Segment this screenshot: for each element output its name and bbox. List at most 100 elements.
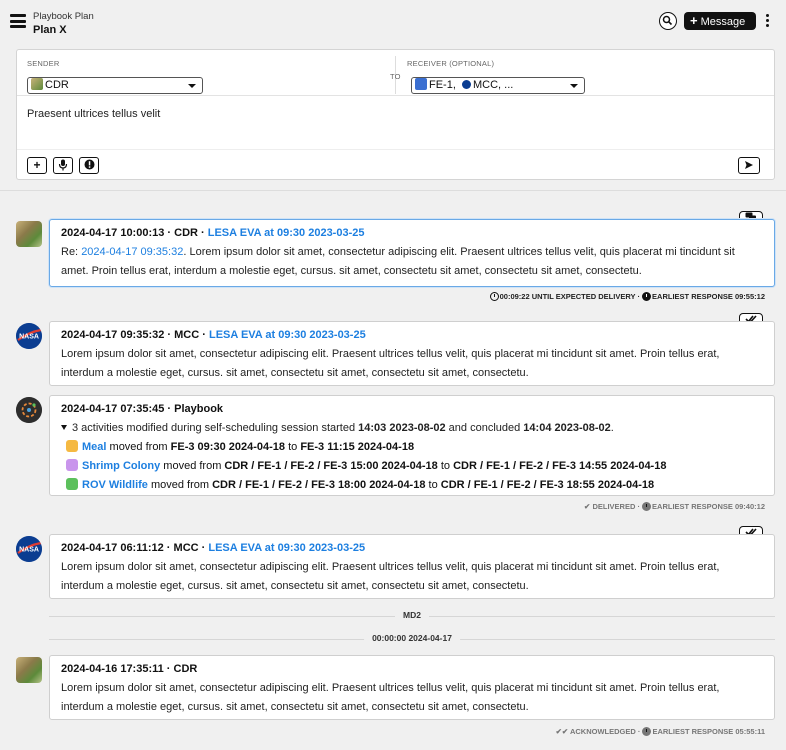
activity-name-link[interactable]: Meal <box>82 441 106 453</box>
activity-link[interactable]: LESA EVA at 09:30 2023-03-25 <box>209 329 366 341</box>
message-header: 2024-04-17 07:35:45 · Playbook <box>61 403 224 415</box>
message-body: Re: 2024-04-17 09:35:32. Lorem ipsum dol… <box>61 243 763 281</box>
delivery-status: ✔ DELIVERED · EARLIEST RESPONSE 09:40:12 <box>400 502 765 511</box>
new-message-button[interactable]: + Message <box>684 12 756 30</box>
alert-icon <box>84 159 94 170</box>
receiver-label: RECEIVER (OPTIONAL) <box>407 59 495 68</box>
svg-text:NASA: NASA <box>19 334 39 341</box>
rov-wildlife-activity-icon <box>66 478 78 490</box>
composer-toolbar-separator <box>17 149 774 150</box>
nasa-logo-icon <box>461 80 471 89</box>
hamburger-menu-icon[interactable] <box>10 14 26 28</box>
message-meta: 2024-04-17 09:35:32 · MCC · <box>61 329 209 341</box>
earliest-response: EARLIEST RESPONSE 09:40:12 <box>652 502 765 511</box>
cdr-avatar <box>16 657 42 683</box>
receiver-select[interactable]: FE-1, MCC, ... <box>411 77 585 94</box>
to-label: TO <box>390 72 401 81</box>
activity-change-row: ROV Wildlife moved from CDR / FE-1 / FE-… <box>66 476 763 495</box>
activity-change-row: Meal moved from FE-3 09:30 2024-04-18 to… <box>66 438 763 457</box>
message-text: Lorem ipsum dolor sit amet, consectetur … <box>61 561 720 592</box>
more-options-icon[interactable] <box>766 14 770 28</box>
nasa-logo-icon: NASA <box>16 323 42 349</box>
moved-text: moved from <box>147 479 213 491</box>
expand-triangle-icon[interactable] <box>61 425 67 430</box>
plan-type-label: Playbook Plan <box>33 11 94 22</box>
to-slot: FE-3 11:15 2024-04-18 <box>300 441 415 453</box>
to-text: to <box>437 460 454 472</box>
to-text: to <box>425 479 441 491</box>
sender-select[interactable]: CDR <box>27 77 203 94</box>
new-message-label: Message <box>700 16 746 28</box>
activity-name-link[interactable]: Shrimp Colony <box>82 460 160 472</box>
priority-button[interactable] <box>79 157 99 174</box>
moved-text: moved from <box>160 460 225 472</box>
message-text: Lorem ipsum dolor sit amet, consectetur … <box>61 682 720 713</box>
microphone-button[interactable] <box>53 157 73 174</box>
cdr-avatar-icon <box>31 78 43 90</box>
activity-summary[interactable]: 3 activities modified during self-schedu… <box>61 419 763 438</box>
meal-activity-icon <box>66 440 78 452</box>
delivery-status: 00:09:22 UNTIL EXPECTED DELIVERY · EARLI… <box>400 292 765 301</box>
message-card[interactable]: 2024-04-17 09:35:32 · MCC · LESA EVA at … <box>49 321 775 386</box>
playbook-message-card[interactable]: 2024-04-17 07:35:45 · Playbook 3 activit… <box>49 395 775 496</box>
from-slot: CDR / FE-1 / FE-2 / FE-3 18:00 2024-04-1… <box>212 479 426 491</box>
summary-text: and concluded <box>445 422 524 434</box>
message-card[interactable]: 2024-04-17 10:00:13 · CDR · LESA EVA at … <box>49 219 775 287</box>
clock-icon <box>489 292 499 301</box>
playbook-logo-icon <box>16 397 42 423</box>
mission-day-separator: MD2 <box>49 610 775 622</box>
earliest-response: EARLIEST RESPONSE 05:55:11 <box>652 727 765 736</box>
message-card[interactable]: 2024-04-17 06:11:12 · MCC · LESA EVA at … <box>49 534 775 599</box>
svg-text:NASA: NASA <box>19 547 39 554</box>
reply-reference-link[interactable]: 2024-04-17 09:35:32 <box>81 246 183 258</box>
mission-day-label: MD2 <box>395 610 429 620</box>
message-text: Lorem ipsum dolor sit amet, consectetur … <box>61 348 720 379</box>
delivered-text: DELIVERED · <box>592 502 643 511</box>
delivery-countdown: 00:09:22 UNTIL EXPECTED DELIVERY · <box>499 292 643 301</box>
time-label: 00:00:00 2024-04-17 <box>364 633 460 643</box>
sender-label: SENDER <box>27 59 60 68</box>
to-slot: CDR / FE-1 / FE-2 / FE-3 18:55 2024-04-1… <box>440 479 655 491</box>
moved-text: moved from <box>106 441 171 453</box>
search-button[interactable] <box>659 12 677 30</box>
message-header: 2024-04-17 09:35:32 · MCC · LESA EVA at … <box>61 329 763 341</box>
summary-text: . <box>610 422 614 434</box>
crew-group-icon <box>415 78 427 90</box>
acknowledged-text: ACKNOWLEDGED · <box>569 727 643 736</box>
session-end: 14:04 2023-08-02 <box>523 422 611 434</box>
delivery-status: ✔✔ ACKNOWLEDGED · EARLIEST RESPONSE 05:5… <box>400 727 765 736</box>
message-header: 2024-04-17 06:11:12 · MCC · LESA EVA at … <box>61 542 763 554</box>
nasa-avatar: NASA <box>16 323 42 349</box>
composer-separator <box>17 95 774 96</box>
check-icon: ✔ <box>584 502 591 511</box>
message-header: 2024-04-16 17:35:11 · CDR <box>61 663 198 675</box>
receiver-value-b: MCC, ... <box>472 79 514 91</box>
to-slot: CDR / FE-1 / FE-2 / FE-3 14:55 2024-04-1… <box>453 460 667 472</box>
response-clock-icon <box>642 502 652 511</box>
microphone-icon <box>58 159 68 171</box>
top-bar: Playbook Plan Plan X + Message <box>0 0 786 42</box>
message-text-area[interactable]: Praesent ultrices tellus velit <box>27 108 160 120</box>
cdr-avatar <box>16 221 42 247</box>
plus-icon: + <box>690 13 698 28</box>
summary-text: 3 activities modified during self-schedu… <box>72 422 359 434</box>
from-slot: CDR / FE-1 / FE-2 / FE-3 15:00 2024-04-1… <box>224 460 438 472</box>
earliest-response: EARLIEST RESPONSE 09:55:12 <box>652 292 765 301</box>
add-attachment-button[interactable]: + <box>27 157 47 174</box>
nasa-avatar: NASA <box>16 536 42 562</box>
message-card[interactable]: 2024-04-16 17:35:11 · CDR Lorem ipsum do… <box>49 655 775 720</box>
time-separator: 00:00:00 2024-04-17 <box>49 633 775 645</box>
chevron-down-icon <box>188 84 196 88</box>
sender-value: CDR <box>45 79 69 91</box>
activity-link[interactable]: LESA EVA at 09:30 2023-03-25 <box>208 227 365 239</box>
activity-name-link[interactable]: ROV Wildlife <box>82 479 148 491</box>
composer-feed-divider <box>0 190 786 191</box>
response-clock-icon <box>642 727 652 736</box>
playbook-avatar <box>16 397 42 423</box>
send-button[interactable] <box>738 157 760 174</box>
send-icon <box>745 161 753 169</box>
message-meta: 2024-04-17 06:11:12 · MCC · <box>61 542 209 554</box>
double-check-icon: ✔✔ <box>555 727 569 736</box>
from-slot: FE-3 09:30 2024-04-18 <box>170 441 286 453</box>
activity-link[interactable]: LESA EVA at 09:30 2023-03-25 <box>208 542 365 554</box>
